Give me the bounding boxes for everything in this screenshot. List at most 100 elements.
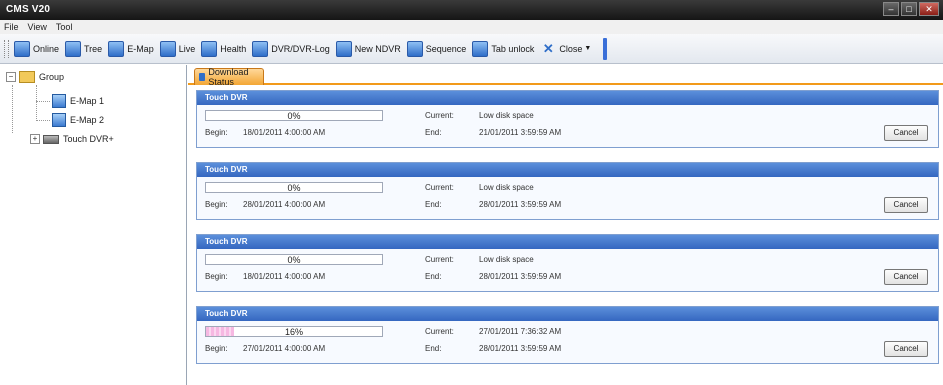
emap-icon [108, 40, 125, 57]
close-window-button[interactable]: ✕ [919, 2, 939, 16]
menu-bar: File View Tool [0, 20, 943, 34]
tree-line [36, 85, 37, 121]
menu-file[interactable]: File [4, 22, 19, 32]
tree-line [36, 101, 50, 102]
download-icon [199, 73, 206, 81]
toolbar-tree-button[interactable]: Tree [65, 40, 103, 57]
tree-node-touch-dvr[interactable]: + Touch DVR+ [30, 134, 114, 144]
chevron-down-icon: ▼ [584, 45, 592, 52]
download-card: Touch DVR 16% Begin: 27/01/2011 4:00:00 … [196, 306, 939, 364]
cancel-button[interactable]: Cancel [884, 125, 928, 141]
toolbar-emap-label: E-Map [127, 43, 154, 54]
progress-bar: 16% [205, 326, 383, 337]
tree-node-emap-1[interactable]: E-Map 1 [52, 94, 104, 108]
sequence-icon [406, 40, 423, 57]
toolbar-live-button[interactable]: Live [159, 40, 196, 57]
end-label: End: [425, 128, 442, 137]
current-label: Current: [425, 327, 454, 336]
progress-bar: 0% [205, 254, 383, 265]
toolbar-health-button[interactable]: Health [201, 40, 247, 57]
window-title: CMS V20 [6, 4, 51, 15]
expand-icon[interactable]: + [30, 134, 40, 144]
tree-line [36, 120, 50, 121]
progress-percent: 0% [287, 255, 301, 265]
begin-label: Begin: [205, 128, 228, 137]
emap-icon [52, 113, 66, 127]
download-card-title: Touch DVR [197, 163, 938, 177]
toolbar-close-label: Close [559, 43, 583, 54]
dvr-log-icon [252, 40, 269, 57]
end-value: 28/01/2011 3:59:59 AM [479, 344, 562, 353]
folder-icon [19, 71, 35, 83]
toolbar-sequence-label: Sequence [425, 43, 467, 54]
toolbar-new-ndvr-button[interactable]: New NDVR [335, 40, 401, 57]
end-value: 21/01/2011 3:59:59 AM [479, 128, 562, 137]
menu-view[interactable]: View [28, 22, 47, 32]
download-card: Touch DVR 0% Begin: 18/01/2011 4:00:00 A… [196, 90, 939, 148]
toolbar-tree-label: Tree [84, 43, 103, 54]
toolbar-grip[interactable] [4, 40, 9, 58]
toolbar-tab-unlock-label: Tab unlock [491, 43, 535, 54]
begin-value: 18/01/2011 4:00:00 AM [243, 128, 326, 137]
tab-label: Download Status [208, 67, 249, 87]
download-card-title: Touch DVR [197, 307, 938, 321]
collapse-icon[interactable]: − [6, 72, 16, 82]
toolbar-tab-unlock-button[interactable]: Tab unlock [472, 40, 535, 57]
live-icon [159, 40, 176, 57]
tree-line [12, 85, 13, 133]
toolbar: Online Tree E-Map Live Health DVR/DVR-Lo… [0, 34, 943, 64]
begin-label: Begin: [205, 272, 228, 281]
current-label: Current: [425, 183, 454, 192]
tree-node-label: E-Map 1 [70, 96, 105, 106]
begin-value: 27/01/2011 4:00:00 AM [243, 344, 326, 353]
cancel-button[interactable]: Cancel [884, 269, 928, 285]
tree-icon [65, 40, 82, 57]
cancel-button[interactable]: Cancel [884, 341, 928, 357]
tree-node-emap-2[interactable]: E-Map 2 [52, 113, 104, 127]
health-icon [201, 40, 218, 57]
tree-node-label: Group [39, 72, 65, 82]
tree-node-label: E-Map 2 [70, 115, 105, 125]
progress-bar: 0% [205, 110, 383, 121]
progress-percent: 0% [287, 183, 301, 193]
begin-value: 18/01/2011 4:00:00 AM [243, 272, 326, 281]
current-label: Current: [425, 111, 454, 120]
emap-icon [52, 94, 66, 108]
begin-label: Begin: [205, 200, 228, 209]
toolbar-online-button[interactable]: Online [14, 40, 60, 57]
new-ndvr-icon [335, 40, 352, 57]
toolbar-dvr-log-button[interactable]: DVR/DVR-Log [252, 40, 330, 57]
close-icon: ✕ [542, 40, 554, 56]
toolbar-online-label: Online [33, 43, 60, 54]
toolbar-emap-button[interactable]: E-Map [108, 40, 154, 57]
toolbar-health-label: Health [220, 43, 247, 54]
toolbar-live-label: Live [178, 43, 196, 54]
current-value: 27/01/2011 7:36:32 AM [479, 327, 562, 336]
tab-strip: Download Status [188, 65, 943, 87]
download-card-title: Touch DVR [197, 91, 938, 105]
end-label: End: [425, 272, 442, 281]
toolbar-close-button[interactable]: ✕ Close ▼ [540, 41, 591, 57]
end-label: End: [425, 200, 442, 209]
progress-percent: 16% [284, 327, 303, 337]
tree-node-label: Touch DVR+ [63, 134, 114, 144]
current-value: Low disk space [479, 255, 534, 264]
menu-tool[interactable]: Tool [56, 22, 73, 32]
tree-node-group[interactable]: − Group [6, 71, 64, 83]
begin-value: 28/01/2011 4:00:00 AM [243, 200, 326, 209]
toolbar-new-ndvr-label: New NDVR [354, 43, 401, 54]
current-value: Low disk space [479, 183, 534, 192]
toolbar-sequence-button[interactable]: Sequence [406, 40, 467, 57]
cancel-button[interactable]: Cancel [884, 197, 928, 213]
progress-percent: 0% [287, 111, 301, 121]
download-card: Touch DVR 0% Begin: 28/01/2011 4:00:00 A… [196, 162, 939, 220]
toolbar-dvr-log-label: DVR/DVR-Log [271, 43, 330, 54]
maximize-button[interactable]: □ [901, 2, 917, 16]
current-label: Current: [425, 255, 454, 264]
toolbar-end-marker [603, 37, 608, 60]
end-label: End: [425, 344, 442, 353]
tab-download-status[interactable]: Download Status [194, 67, 264, 87]
download-status-panel: Touch DVR 0% Begin: 18/01/2011 4:00:00 A… [188, 87, 943, 385]
minimize-button[interactable]: – [883, 2, 899, 16]
dvr-icon [43, 134, 59, 144]
